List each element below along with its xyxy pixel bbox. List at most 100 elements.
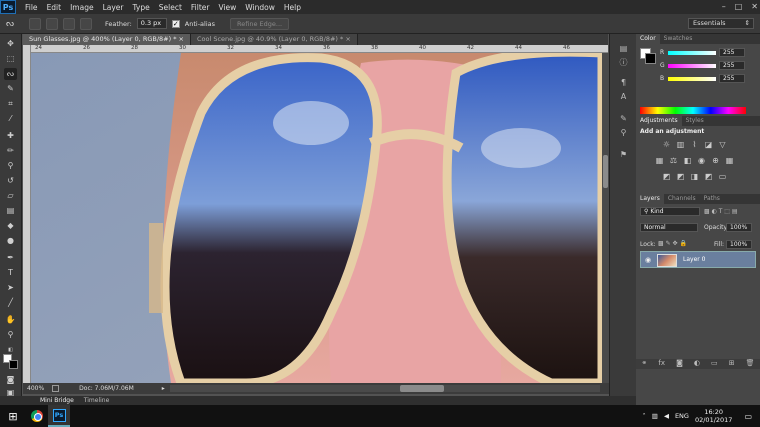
menu-help[interactable]: Help [284, 3, 301, 12]
lasso-tool-icon[interactable]: ᔓ [4, 68, 17, 80]
color-balance-icon[interactable]: ⚖ [669, 156, 678, 165]
threshold-icon[interactable]: ◨ [690, 172, 699, 181]
layer-name[interactable]: Layer 0 [683, 256, 705, 263]
tab-mini-bridge[interactable]: Mini Bridge [40, 396, 74, 405]
add-selection-icon[interactable] [46, 17, 58, 30]
background-color-swatch[interactable] [645, 53, 656, 64]
history-brush-tool-icon[interactable]: ↺ [4, 175, 17, 187]
lock-icons[interactable]: ▩ ✎ ✥ 🔒 [658, 240, 687, 247]
intersect-selection-icon[interactable] [80, 17, 92, 30]
opacity-input[interactable]: 100% [726, 223, 752, 232]
quick-mask-icon[interactable]: ◙ [4, 374, 17, 386]
red-slider[interactable] [668, 51, 716, 55]
blue-slider[interactable] [668, 77, 716, 81]
menu-edit[interactable]: Edit [47, 3, 62, 12]
minimize-button[interactable]: – [722, 0, 726, 14]
healing-brush-tool-icon[interactable]: ✚ [4, 130, 17, 142]
workspace-select[interactable]: Essentials ⇕ [688, 18, 754, 29]
taskbar-photoshop[interactable]: Ps [48, 405, 70, 427]
pen-tool-icon[interactable]: ✒ [4, 252, 17, 264]
tab-swatches[interactable]: Swatches [660, 34, 697, 44]
maximize-button[interactable]: □ [735, 0, 743, 14]
tab-timeline[interactable]: Timeline [84, 396, 110, 405]
new-group-icon[interactable]: ▭ [711, 359, 718, 369]
dodge-tool-icon[interactable]: ● [4, 235, 17, 247]
blue-value[interactable]: 255 [719, 74, 745, 83]
layer-filter-kind[interactable]: ⚲ Kind [640, 207, 700, 216]
eye-icon[interactable]: ◉ [645, 256, 651, 264]
vertical-ruler[interactable] [23, 45, 31, 383]
crop-tool-icon[interactable]: ⌗ [4, 98, 17, 110]
vertical-scrollbar[interactable] [602, 53, 609, 383]
menu-layer[interactable]: Layer [103, 3, 124, 12]
clone-stamp-tool-icon[interactable]: ⚲ [4, 160, 17, 172]
exposure-icon[interactable]: ◪ [704, 140, 713, 149]
network-icon[interactable]: ▥ [652, 412, 658, 420]
menu-type[interactable]: Type [133, 3, 150, 12]
lasso-tool-preset-icon[interactable]: ᔓ [6, 19, 24, 29]
menu-select[interactable]: Select [159, 3, 182, 12]
paragraph-icon[interactable]: ¶ [618, 78, 629, 88]
status-menu-arrow-icon[interactable]: ▸ [162, 385, 165, 392]
menu-view[interactable]: View [218, 3, 236, 12]
type-tool-icon[interactable]: T [4, 267, 17, 279]
clock[interactable]: 16:20 02/01/2017 [695, 408, 732, 424]
layer-filter-icons[interactable]: ▩ ◐ T ⬚ ▤ [704, 208, 738, 215]
document-canvas[interactable] [31, 53, 602, 383]
fill-input[interactable]: 100% [726, 240, 752, 249]
eyedropper-tool-icon[interactable]: ⁄ [4, 113, 17, 125]
properties-icon[interactable]: ⓘ [618, 58, 629, 68]
new-selection-icon[interactable] [29, 17, 41, 30]
hue-saturation-icon[interactable]: ▦ [655, 156, 664, 165]
close-tab-icon[interactable]: × [179, 35, 184, 43]
zoom-level[interactable]: 400% [27, 385, 44, 392]
tab-sun-glasses[interactable]: Sun Glasses.jpg @ 400% (Layer 0, RGB/8#)… [23, 34, 191, 45]
gradient-tool-icon[interactable]: ▤ [4, 205, 17, 217]
tool-presets-icon[interactable]: ⚑ [618, 150, 629, 160]
photo-filter-icon[interactable]: ◉ [697, 156, 706, 165]
menu-file[interactable]: File [25, 3, 38, 12]
menu-window[interactable]: Window [245, 3, 275, 12]
subtract-selection-icon[interactable] [63, 17, 75, 30]
volume-icon[interactable]: ◀ [664, 412, 669, 420]
language-indicator[interactable]: ENG [675, 412, 689, 420]
vibrance-icon[interactable]: ▽ [718, 140, 727, 149]
marquee-tool-icon[interactable]: ⬚ [4, 53, 17, 65]
close-tab-icon[interactable]: × [345, 35, 350, 43]
close-button[interactable]: ✕ [751, 0, 758, 14]
levels-icon[interactable]: ▥ [676, 140, 685, 149]
black-white-icon[interactable]: ◧ [683, 156, 692, 165]
tab-paths[interactable]: Paths [700, 194, 724, 204]
scrollbar-thumb[interactable] [603, 155, 608, 188]
green-value[interactable]: 255 [719, 61, 745, 70]
menu-filter[interactable]: Filter [191, 3, 210, 12]
selective-color-icon[interactable]: ◩ [704, 172, 713, 181]
background-color-swatch[interactable] [9, 360, 18, 369]
tab-styles[interactable]: Styles [682, 116, 708, 126]
tab-channels[interactable]: Channels [664, 194, 700, 204]
hand-tool-icon[interactable]: ✋ [4, 314, 17, 326]
color-spectrum[interactable] [640, 107, 746, 114]
blur-tool-icon[interactable]: ◆ [4, 220, 17, 232]
brush-tool-icon[interactable]: ✏ [4, 145, 17, 157]
move-tool-icon[interactable]: ✥ [4, 38, 17, 50]
notifications-icon[interactable]: ▭ [744, 412, 752, 421]
shape-tool-icon[interactable]: ╱ [4, 297, 17, 309]
refine-edge-button[interactable]: Refine Edge... [230, 17, 290, 30]
windows-start-icon[interactable]: ⊞ [0, 405, 26, 427]
red-value[interactable]: 255 [719, 48, 745, 57]
character-icon[interactable]: A [618, 92, 629, 102]
history-icon[interactable]: ▤ [618, 44, 629, 54]
zoom-tool-icon[interactable]: ⚲ [4, 329, 17, 341]
eraser-tool-icon[interactable]: ▱ [4, 190, 17, 202]
chevron-up-icon[interactable]: ˄ [643, 412, 646, 420]
tab-layers[interactable]: Layers [636, 194, 664, 204]
horizontal-scrollbar[interactable] [170, 385, 600, 392]
curves-icon[interactable]: ⌇ [690, 140, 699, 149]
color-lookup-icon[interactable]: ▦ [725, 156, 734, 165]
brush-panel-icon[interactable]: ✎ [618, 114, 629, 124]
horizontal-ruler[interactable]: 24 26 28 30 32 34 36 38 40 42 44 46 [31, 45, 608, 53]
scrollbar-thumb[interactable] [400, 385, 444, 392]
quick-select-tool-icon[interactable]: ✎ [4, 83, 17, 95]
export-icon[interactable] [52, 385, 60, 392]
